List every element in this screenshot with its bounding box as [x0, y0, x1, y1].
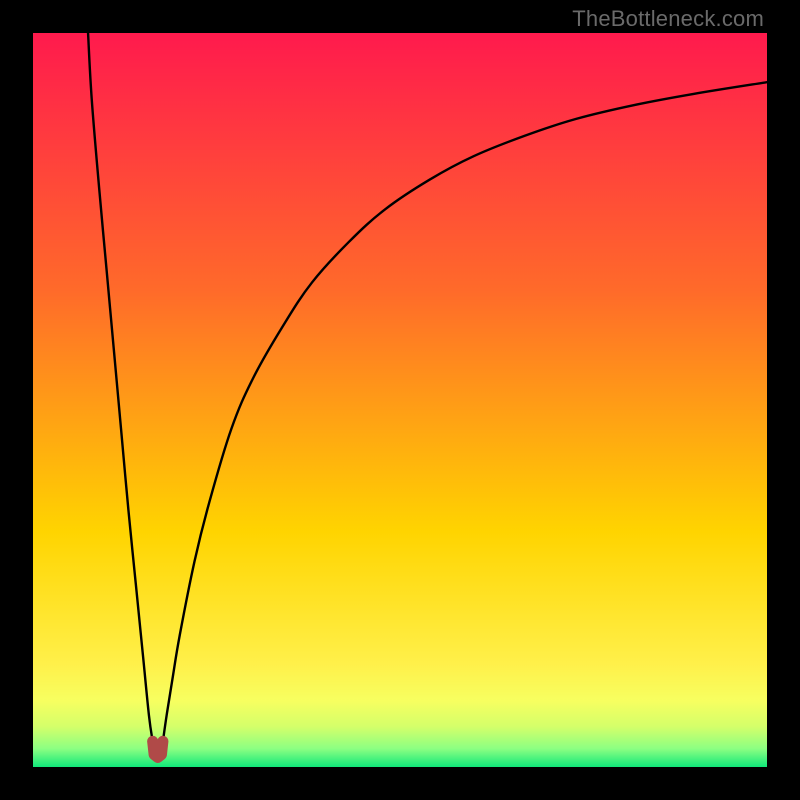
watermark-text: TheBottleneck.com	[572, 6, 764, 32]
plot-area	[33, 33, 767, 767]
chart-canvas	[33, 33, 767, 767]
notch-marker	[153, 741, 163, 757]
chart-frame: TheBottleneck.com	[0, 0, 800, 800]
